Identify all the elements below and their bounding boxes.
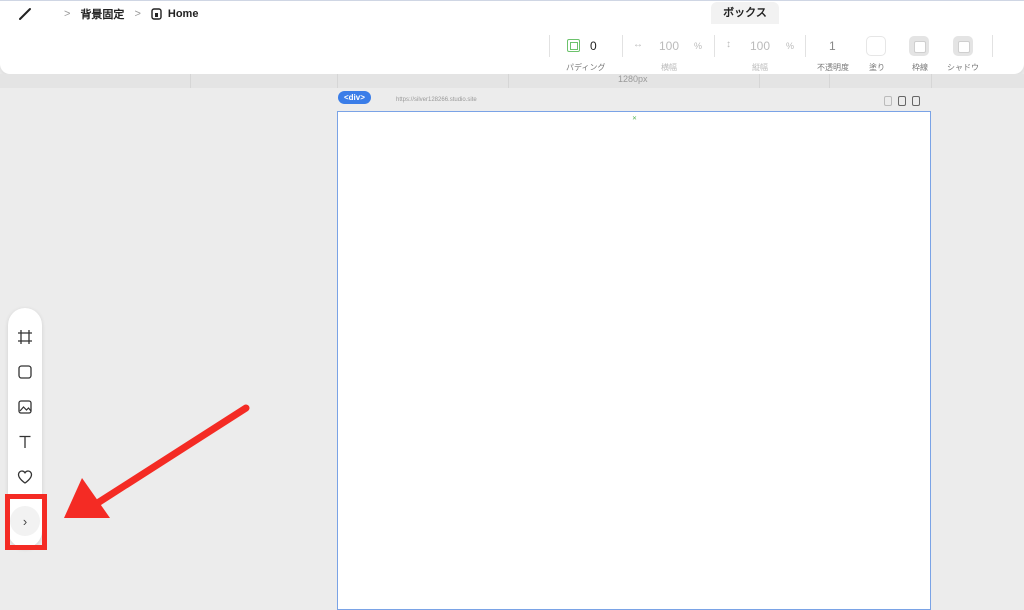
ruler-tick [931,74,932,88]
center-marker-icon: ✕ [632,116,638,122]
icon-tool-button[interactable] [16,468,34,486]
box-tool-button[interactable] [16,363,34,381]
ruler-tick [759,74,760,88]
divider [714,35,715,57]
top-toolbar: > 背景固定 > Home ボックス 0 パディング ↔ 100 % 横幅 ↕ … [0,0,1024,74]
fill-swatch[interactable] [866,36,886,56]
fill-label: 塗り [869,63,885,72]
annotation-arrow [64,404,250,518]
opacity-value[interactable]: 1 [829,39,836,53]
home-page-icon [151,8,162,20]
height-arrows-icon: ↕ [726,39,731,50]
width-unit[interactable]: % [694,41,702,51]
divider [549,35,550,57]
height-label: 縦幅 [752,63,768,72]
design-canvas[interactable]: ✕ [337,111,931,610]
pen-icon[interactable] [18,7,32,21]
site-url: https://silver128266.studio.site [396,97,477,103]
trash-icon[interactable] [884,96,892,106]
padding-value[interactable]: 0 [590,39,597,53]
divider [805,35,806,57]
width-label: 横幅 [661,63,677,72]
frame-icon [18,330,32,344]
element-tag-badge[interactable]: <div> [338,91,371,104]
border-button[interactable] [909,36,929,56]
divider [992,35,993,57]
ruler-tick [190,74,191,88]
ruler-tick [829,74,830,88]
width-value[interactable]: 100 [659,39,679,53]
width-arrows-icon: ↔ [633,39,643,50]
height-unit[interactable]: % [786,41,794,51]
frame-tool-button[interactable] [16,328,34,346]
text-icon [19,435,31,448]
shadow-label: シャドウ [947,63,979,72]
canvas-actions [884,96,920,106]
chevron-right-icon: > [134,8,141,20]
opacity-label: 不透明度 [817,63,849,72]
divider [622,35,623,57]
padding-icon[interactable] [567,39,580,52]
width-ruler: 1280px [0,74,1024,88]
duplicate-icon[interactable] [912,96,920,106]
border-label: 枠線 [912,63,928,72]
heart-icon [17,470,33,484]
image-tool-button[interactable] [16,398,34,416]
highlight-box [5,494,47,550]
box-icon [18,365,32,379]
text-tool-button[interactable] [16,433,34,451]
breadcrumb: > 背景固定 > Home [18,5,198,23]
height-value[interactable]: 100 [750,39,770,53]
chevron-right-icon: > [64,8,71,20]
shadow-button[interactable] [953,36,973,56]
padding-label: パディング [566,63,606,72]
image-icon [18,400,32,414]
ruler-tick [337,74,338,88]
tab-box[interactable]: ボックス [711,2,779,24]
breadcrumb-item-home[interactable]: Home [168,8,199,20]
ruler-label: 1280px [618,74,648,84]
ruler-tick [508,74,509,88]
breadcrumb-item-page[interactable]: 背景固定 [80,6,124,22]
copy-icon[interactable] [898,96,906,106]
